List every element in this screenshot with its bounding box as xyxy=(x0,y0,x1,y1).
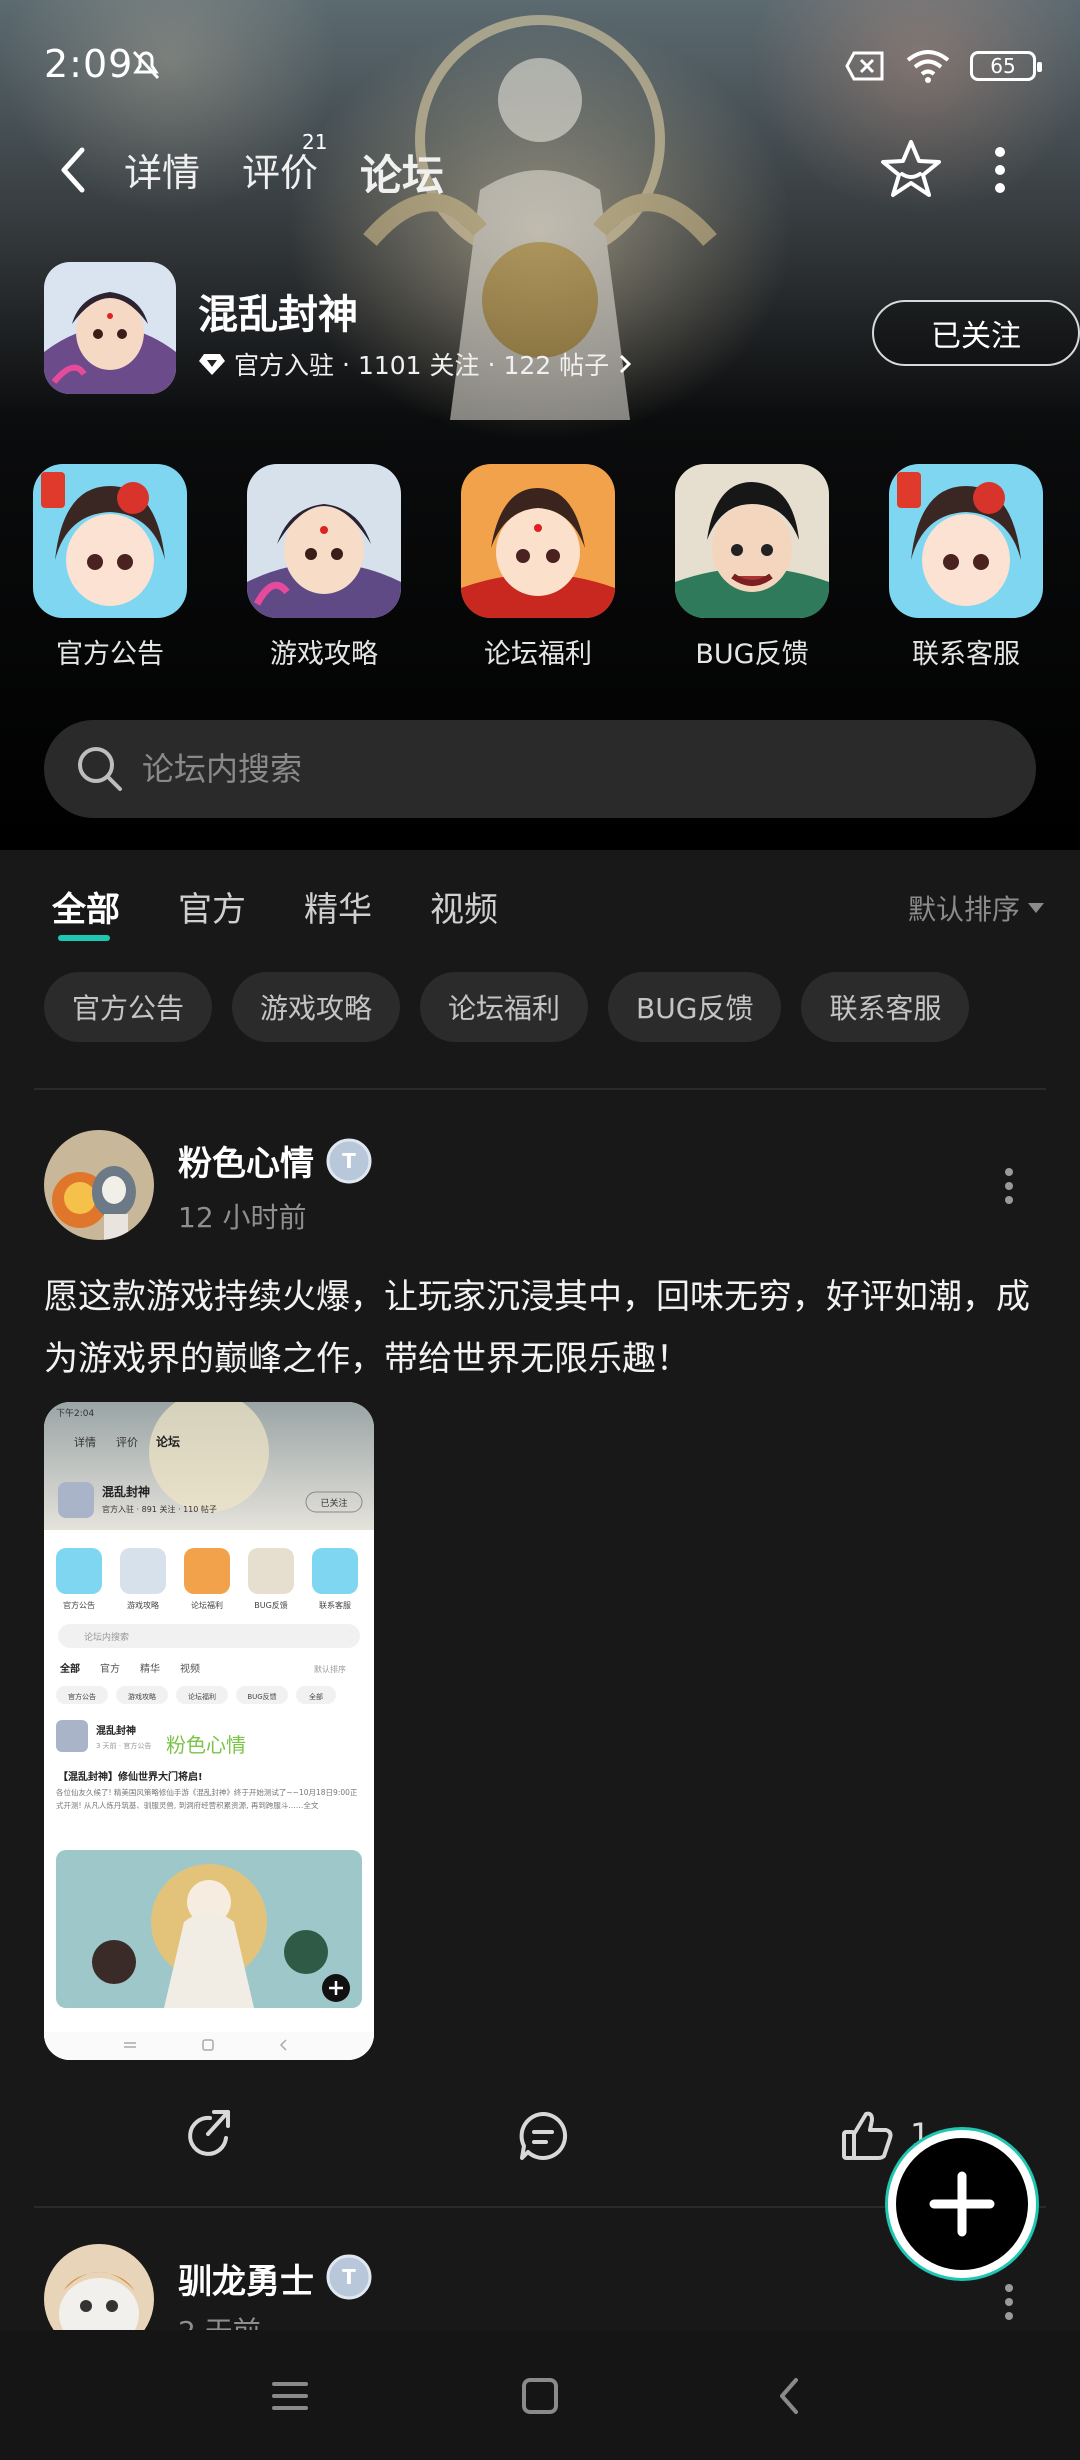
post-more-icon[interactable] xyxy=(1002,2282,1016,2322)
user-level-badge-icon: T xyxy=(326,2254,372,2300)
back-nav-icon[interactable] xyxy=(766,2372,814,2420)
home-icon[interactable] xyxy=(516,2372,564,2420)
create-post-button[interactable] xyxy=(888,2130,1036,2278)
plus-icon xyxy=(929,2171,995,2237)
system-nav-bar xyxy=(0,2330,1080,2460)
post-author[interactable]: 驯龙勇士 xyxy=(178,2254,314,2303)
post-time: 2 天前 xyxy=(178,2310,261,2330)
avatar[interactable] xyxy=(44,2244,154,2330)
svg-text:T: T xyxy=(342,2265,356,2289)
post-card: 驯龙勇士 T 2 天前 xyxy=(0,0,1080,2330)
menu-icon[interactable] xyxy=(266,2372,314,2420)
